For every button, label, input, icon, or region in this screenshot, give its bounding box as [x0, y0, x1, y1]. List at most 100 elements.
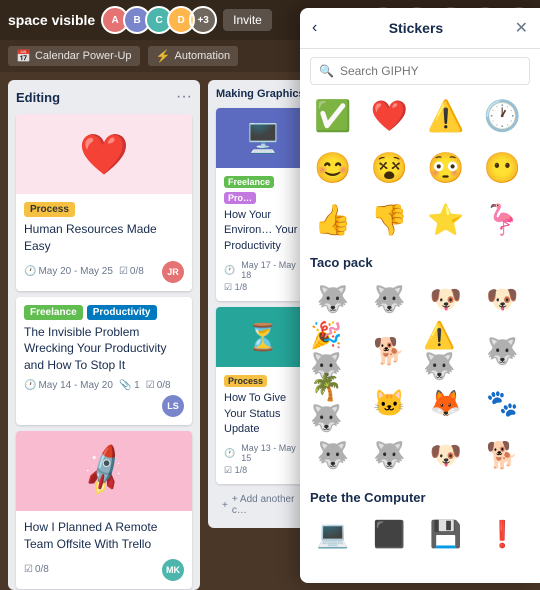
taco-sticker-5[interactable]: 🎉🐺 [310, 328, 356, 374]
taco-sticker-6[interactable]: 🐕 [367, 328, 413, 374]
label-process: Process [24, 202, 75, 217]
taco-sticker-2[interactable]: 🐺 [367, 276, 413, 322]
card-checklist: ☑ 0/8 [119, 266, 144, 277]
card-avatar: MK [162, 559, 184, 581]
card-avatar: LS [162, 395, 184, 417]
card-date: 🕐 May 20 - May 25 [24, 266, 113, 277]
taco-sticker-15[interactable]: 🐶 [423, 432, 469, 478]
sticker-smile[interactable]: 😊 [310, 145, 356, 191]
card-title-status: How To Give Your Status Update [224, 391, 302, 437]
calendar-label: Calendar Power-Up [35, 50, 132, 62]
card-title-offsite: How I Planned A Remote Team Offsite With… [24, 519, 184, 553]
rocket-icon: 🚀 [74, 442, 134, 501]
invite-button[interactable]: Invite [223, 9, 272, 31]
taco-sticker-13[interactable]: 🐺 [310, 432, 356, 478]
card-cover-env: 🖥️ [216, 108, 310, 168]
taco-sticker-8[interactable]: 🐺 [480, 328, 526, 374]
automation-powerup[interactable]: ⚡ Automation [148, 46, 239, 66]
card-environment[interactable]: 🖥️ Freelance Pro… How Your Environ… Your… [216, 108, 310, 301]
card-footer: 🕐 May 20 - May 25 ☑ 0/8 JR [24, 261, 184, 283]
back-button[interactable]: ‹ [312, 19, 317, 37]
list-menu-editing[interactable]: ··· [176, 88, 192, 106]
calendar-powerup[interactable]: 📅 Calendar Power-Up [8, 46, 140, 66]
list-title-editing: Editing [16, 90, 60, 105]
pete-sticker-2[interactable]: ⬛ [367, 511, 413, 557]
taco-section-title: Taco pack [310, 255, 530, 270]
card-date: 🕐 May 14 - May 20 [24, 380, 113, 391]
clock-icon: 🕐 [224, 448, 235, 459]
taco-sticker-9[interactable]: 🌴🐺 [310, 380, 356, 426]
taco-sticker-1[interactable]: 🐺 [310, 276, 356, 322]
label-productivity: Productivity [87, 305, 157, 320]
card-title-invisible: The Invisible Problem Wrecking Your Prod… [24, 324, 184, 374]
list-title-graphics: Making Graphics [216, 88, 305, 100]
card-meta: ☑ 0/8 [24, 564, 49, 575]
card-title-hr: Human Resources Made Easy [24, 221, 184, 255]
status-emoji: ⏳ [247, 322, 279, 353]
add-card-icon: + [222, 500, 228, 511]
search-box[interactable]: 🔍 [310, 57, 530, 85]
top-bar-left: space visible A B C D +3 Invite [8, 6, 272, 34]
list-header-editing: Editing ··· [16, 88, 192, 106]
automation-icon: ⚡ [156, 49, 171, 63]
card-human-resources[interactable]: ❤️ Process Human Resources Made Easy 🕐 M… [16, 114, 192, 291]
sticker-flamingo[interactable]: 🦩 [480, 197, 526, 243]
card-cover-heart: ❤️ [16, 114, 192, 194]
card-meta: 🕐 May 17 - May 18 [224, 260, 302, 280]
card-remote-offsite[interactable]: 🚀 How I Planned A Remote Team Offsite Wi… [16, 431, 192, 589]
search-icon: 🔍 [319, 64, 334, 78]
card-labels: Freelance Pro… [224, 176, 302, 204]
pete-sticker-1[interactable]: 💻 [310, 511, 356, 557]
sticker-flushed[interactable]: 😳 [423, 145, 469, 191]
pete-sticker-3[interactable]: 💾 [423, 511, 469, 557]
sticker-heart[interactable]: ❤️ [367, 93, 413, 139]
pete-sticker-4[interactable]: ❗ [480, 511, 526, 557]
sticker-check[interactable]: ✅ [310, 93, 356, 139]
card-cover-status: ⏳ [216, 307, 310, 367]
card-invisible-problem[interactable]: Freelance Productivity The Invisible Pro… [16, 297, 192, 425]
taco-sticker-4[interactable]: 🐶 [480, 276, 526, 322]
taco-sticker-16[interactable]: 🐕 [480, 432, 526, 478]
taco-sticker-10[interactable]: 🐱 [367, 380, 413, 426]
add-card-graphics[interactable]: + + Add another c… [216, 490, 310, 520]
taco-sticker-3[interactable]: 🐶 [423, 276, 469, 322]
card-footer: 🕐 May 14 - May 20 📎 1 ☑ 0/8 LS [24, 380, 184, 417]
pete-section-title: Pete the Computer [310, 490, 530, 505]
sticker-clock[interactable]: 🕐 [480, 93, 526, 139]
member-avatars: A B C D +3 [101, 6, 217, 34]
env-emoji: 🖥️ [246, 122, 281, 155]
close-button[interactable]: ✕ [515, 18, 528, 38]
card-cover-rocket: 🚀 [16, 431, 192, 511]
calendar-icon: 📅 [16, 49, 31, 63]
card-labels: Process [24, 202, 184, 217]
board-title: space visible [8, 12, 95, 28]
checklist-icon: ☑ [24, 564, 33, 575]
sticker-star[interactable]: ⭐ [423, 197, 469, 243]
search-input[interactable] [340, 64, 521, 78]
taco-sticker-11[interactable]: 🦊 [423, 380, 469, 426]
sticker-thumbsup[interactable]: 👍 [310, 197, 356, 243]
label-pro: Pro… [224, 192, 256, 204]
taco-sticker-grid: 🐺 🐺 🐶 🐶 🎉🐺 🐕 ⚠️🐺 🐺 🌴🐺 🐱 🦊 🐾 🐺 🐺 🐶 🐕 [310, 276, 530, 478]
sticker-warning[interactable]: ⚠️ [423, 93, 469, 139]
basic-sticker-grid: ✅ ❤️ ⚠️ 🕐 😊 😵 😳 😶 👍 👎 ⭐ 🦩 [310, 93, 530, 243]
card-meta: 🕐 May 20 - May 25 ☑ 0/8 [24, 266, 144, 277]
sticker-panel: ‹ Stickers ✕ 🔍 ✅ ❤️ ⚠️ 🕐 😊 😵 😳 😶 👍 👎 ⭐ 🦩… [300, 8, 540, 583]
sticker-scroll[interactable]: ✅ ❤️ ⚠️ 🕐 😊 😵 😳 😶 👍 👎 ⭐ 🦩 Taco pack 🐺 🐺 … [300, 93, 540, 583]
panel-header: ‹ Stickers ✕ [300, 8, 540, 49]
clock-icon: 🕐 [24, 380, 36, 391]
sticker-thumbsdown[interactable]: 👎 [367, 197, 413, 243]
card-checklist: ☑ 1/8 [224, 282, 302, 293]
sticker-dizzy[interactable]: 😵 [367, 145, 413, 191]
label-freelance: Freelance [24, 305, 83, 320]
sticker-neutral[interactable]: 😶 [480, 145, 526, 191]
card-attachment: 📎 1 [119, 380, 140, 391]
label-process: Process [224, 375, 267, 387]
card-meta: 🕐 May 13 - May 15 [224, 443, 302, 463]
taco-sticker-7[interactable]: ⚠️🐺 [423, 328, 469, 374]
card-status-update[interactable]: ⏳ Process How To Give Your Status Update… [216, 307, 310, 484]
taco-sticker-14[interactable]: 🐺 [367, 432, 413, 478]
card-checklist: ☑ 0/8 [24, 564, 49, 575]
card-meta: 🕐 May 14 - May 20 📎 1 ☑ 0/8 [24, 380, 171, 391]
taco-sticker-12[interactable]: 🐾 [480, 380, 526, 426]
